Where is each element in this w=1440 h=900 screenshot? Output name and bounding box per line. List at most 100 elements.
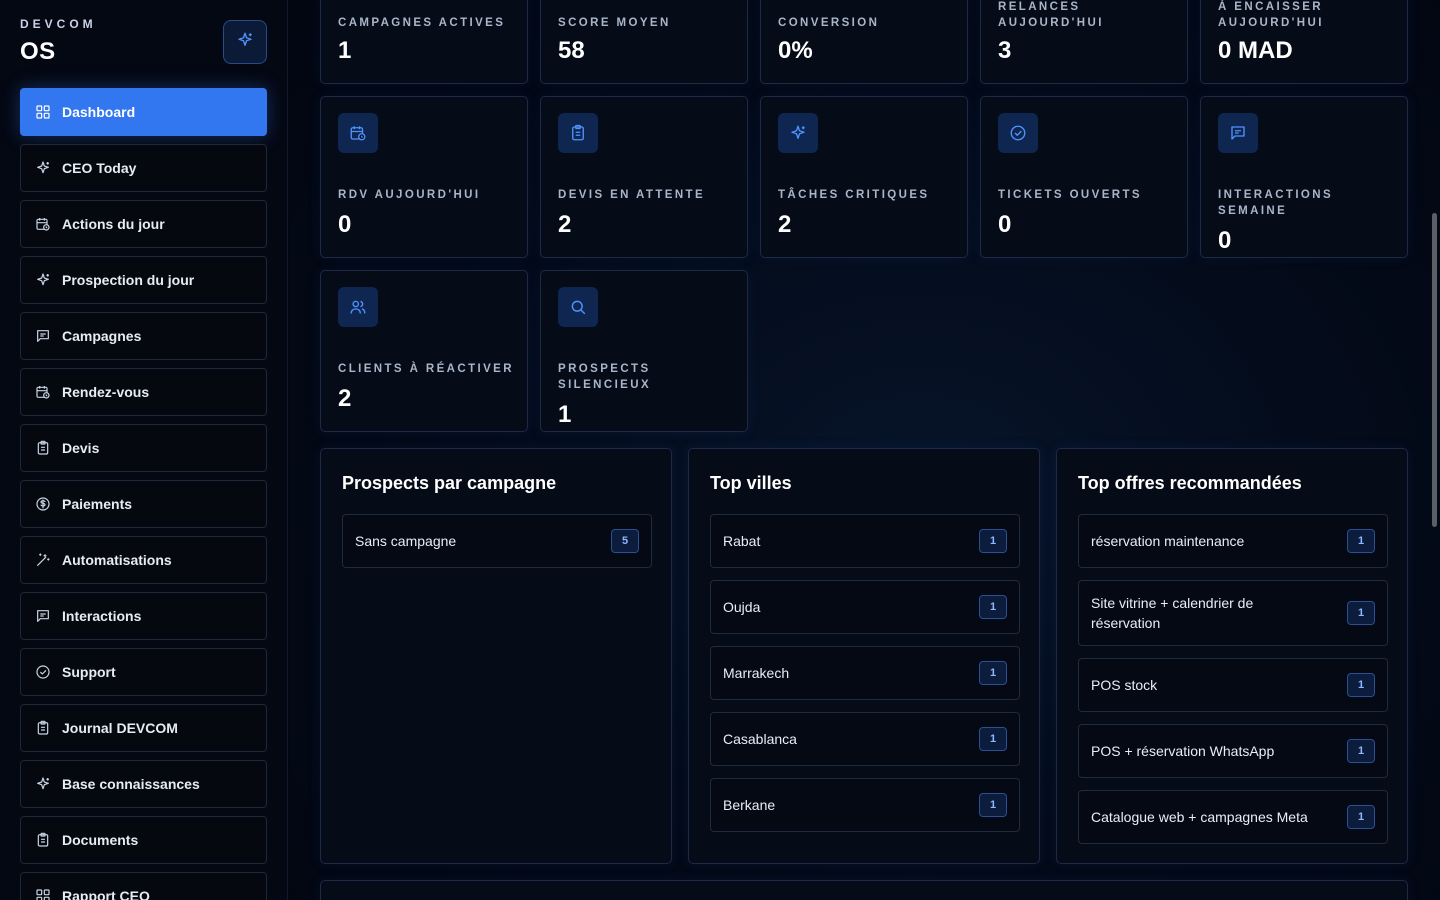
list-item-label: réservation maintenance — [1091, 533, 1245, 549]
sidebar-item-devis[interactable]: Devis — [20, 424, 267, 472]
sidebar-item-actions-du-jour[interactable]: Actions du jour — [20, 200, 267, 248]
stat-value: 0 — [998, 211, 1012, 238]
sidebar-item-automatisations[interactable]: Automatisations — [20, 536, 267, 584]
stat-label: RDV AUJOURD'HUI — [338, 189, 481, 201]
sidebar-item-label: Rendez-vous — [62, 384, 150, 400]
message-square-icon — [35, 328, 51, 344]
list-item-label: Marrakech — [723, 665, 790, 681]
sidebar-item-label: Rapport CEO — [62, 888, 150, 900]
panel-top-offres: Top offres recommandées réservation main… — [1056, 448, 1408, 864]
list-item-label: POS + réservation WhatsApp — [1091, 743, 1275, 759]
sidebar-item-paiements[interactable]: Paiements — [20, 480, 267, 528]
panel-title: Top villes — [710, 473, 792, 493]
stat-card: CLIENTS À RÉACTIVER 2 — [320, 270, 528, 432]
sidebar-item-label: Campagnes — [62, 328, 142, 344]
sidebar-item-interactions[interactable]: Interactions — [20, 592, 267, 640]
count-badge: 1 — [1347, 805, 1375, 829]
count-badge: 5 — [611, 529, 639, 553]
list-item[interactable]: Sans campagne 5 — [342, 514, 652, 568]
stat-card: INTERACTIONS SEMAINE 0 — [1200, 96, 1408, 258]
sidebar: DEVCOM OS Dashboard CEO Today Actions du j… — [0, 0, 288, 900]
stat-label: TÂCHES CRITIQUES — [778, 189, 930, 201]
sidebar-item-documents[interactable]: Documents — [20, 816, 267, 864]
dashboard-grid-icon — [35, 104, 51, 120]
list-item[interactable]: Berkane 1 — [710, 778, 1020, 832]
sidebar-item-support[interactable]: Support — [20, 648, 267, 696]
sidebar-item-rendez-vous[interactable]: Rendez-vous — [20, 368, 267, 416]
list-item[interactable]: Casablanca 1 — [710, 712, 1020, 766]
list-item-label: Sans campagne — [355, 533, 457, 549]
count-badge: 1 — [979, 529, 1007, 553]
search-icon — [558, 287, 598, 327]
list-item-label: Casablanca — [723, 731, 797, 747]
dashboard-main: CAMPAGNES ACTIVES 1 SCORE MOYEN 58 CONVERSIO… — [289, 0, 1440, 900]
dashboard-grid-icon — [35, 888, 51, 900]
stat-card: PROSPECTS SILENCIEUX 1 — [540, 270, 748, 432]
wand-icon — [35, 552, 51, 568]
sidebar-item-label: Dashboard — [62, 104, 136, 120]
stat-value: 2 — [338, 385, 352, 412]
stat-label: À ENCAISSER AUJOURD'HUI — [1218, 1, 1324, 29]
sidebar-item-journal-devcom[interactable]: Journal DEVCOM — [20, 704, 267, 752]
stat-label: INTERACTIONS SEMAINE — [1218, 189, 1334, 217]
list-item[interactable]: POS + réservation WhatsApp 1 — [1078, 724, 1388, 778]
list-item[interactable]: POS stock 1 — [1078, 658, 1388, 712]
stat-value: 0 — [338, 211, 352, 238]
sidebar-item-label: CEO Today — [62, 160, 137, 176]
stat-card: TÂCHES CRITIQUES 2 — [760, 96, 968, 258]
stat-value: 0 MAD — [1218, 37, 1293, 64]
sidebar-item-label: Interactions — [62, 608, 142, 624]
list-item-label: Catalogue web + campagnes Meta — [1091, 809, 1308, 825]
brand-main: OS — [20, 38, 56, 65]
sidebar-item-ceo-today[interactable]: CEO Today — [20, 144, 267, 192]
stat-value: 58 — [558, 37, 585, 64]
list-item[interactable]: Catalogue web + campagnes Meta 1 — [1078, 790, 1388, 844]
sparkles-icon — [236, 31, 254, 54]
panel-prospects-par-campagne: Prospects par campagne Sans campagne 5 — [320, 448, 672, 864]
users-icon — [338, 287, 378, 327]
sidebar-item-base-connaissances[interactable]: Base connaissances — [20, 760, 267, 808]
sparkles-icon — [35, 160, 51, 176]
sidebar-item-label: Actions du jour — [62, 216, 165, 232]
sparkles-icon — [35, 272, 51, 288]
list-item-label: Site vitrine + calendrier de réservation — [1091, 595, 1254, 631]
count-badge: 1 — [1347, 529, 1375, 553]
scrollbar-thumb[interactable] — [1432, 213, 1437, 527]
list-item[interactable]: réservation maintenance 1 — [1078, 514, 1388, 568]
sparkles-icon — [778, 113, 818, 153]
stat-card: TICKETS OUVERTS 0 — [980, 96, 1188, 258]
sidebar-item-label: Devis — [62, 440, 100, 456]
sidebar-item-campagnes[interactable]: Campagnes — [20, 312, 267, 360]
stat-card: RDV AUJOURD'HUI 0 — [320, 96, 528, 258]
stat-value: 2 — [558, 211, 572, 238]
list-item[interactable]: Marrakech 1 — [710, 646, 1020, 700]
stat-label: RELANCES AUJOURD'HUI — [998, 1, 1104, 29]
list-item-label: Oujda — [723, 599, 761, 615]
sidebar-item-label: Base connaissances — [62, 776, 200, 792]
sidebar-nav: Dashboard CEO Today Actions du jour Prospec… — [20, 88, 267, 900]
list-item-label: Rabat — [723, 533, 761, 549]
stat-label: PROSPECTS SILENCIEUX — [558, 363, 652, 391]
clipboard-icon — [35, 440, 51, 456]
sidebar-item-rapport-ceo[interactable]: Rapport CEO — [20, 872, 267, 900]
stat-value: 1 — [338, 37, 352, 64]
count-badge: 1 — [979, 793, 1007, 817]
list-item[interactable]: Site vitrine + calendrier de réservation… — [1078, 580, 1388, 646]
ai-assistant-button[interactable] — [223, 20, 267, 64]
count-badge: 1 — [979, 595, 1007, 619]
sidebar-item-label: Prospection du jour — [62, 272, 195, 288]
sidebar-item-prospection-du-jour[interactable]: Prospection du jour — [20, 256, 267, 304]
stat-card: À ENCAISSER AUJOURD'HUI 0 MAD — [1200, 0, 1408, 84]
sidebar-item-dashboard[interactable]: Dashboard — [20, 88, 267, 136]
message-square-icon — [35, 608, 51, 624]
list-item[interactable]: Oujda 1 — [710, 580, 1020, 634]
stat-label: TICKETS OUVERTS — [998, 189, 1142, 201]
panel-title: Top offres recommandées — [1078, 473, 1302, 493]
list-item[interactable]: Rabat 1 — [710, 514, 1020, 568]
stat-label: CLIENTS À RÉACTIVER — [338, 363, 514, 375]
stat-card: CONVERSION 0% — [760, 0, 968, 84]
sidebar-item-label: Automatisations — [62, 552, 172, 568]
stat-card: SCORE MOYEN 58 — [540, 0, 748, 84]
brand-top: DEVCOM — [20, 17, 97, 31]
stat-card: CAMPAGNES ACTIVES 1 — [320, 0, 528, 84]
